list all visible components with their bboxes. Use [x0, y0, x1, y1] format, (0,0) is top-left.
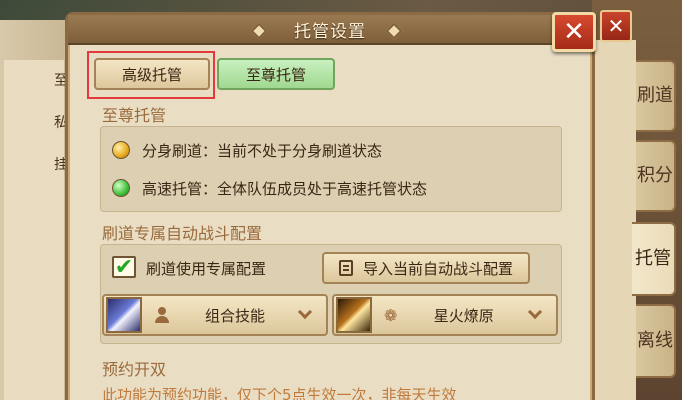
checkbox-label: 刷道使用专属配置: [146, 260, 267, 278]
skill-sword-icon: [106, 297, 142, 333]
header-ornament-icon: [385, 22, 403, 40]
reserve-notice: 此功能为预约功能，仅下个5点生效一次，非每天生效: [102, 386, 457, 400]
side-tab-lixian[interactable]: 离线: [636, 304, 676, 378]
side-tab-shuadao[interactable]: 刷道: [636, 60, 676, 132]
close-icon: ✕: [607, 14, 625, 38]
side-tab-label: 刷道: [637, 85, 673, 106]
skill-label: 星火燎原: [433, 306, 494, 325]
side-tab-label: 积分: [637, 165, 673, 186]
section-title-reserve: 预约开双: [102, 360, 167, 379]
button-label: 导入当前自动战斗配置: [362, 259, 513, 278]
header-ornament-icon: [250, 22, 268, 40]
chevron-down-icon: [297, 304, 313, 320]
tab-label: 至尊托管: [245, 65, 306, 84]
status-row-clone: 分身刷道：当前不处于分身刷道状态: [112, 138, 382, 162]
side-tab-tuoguan[interactable]: 托管: [632, 222, 676, 296]
paw-icon: ❁: [384, 305, 398, 325]
side-tab-label: 托管: [635, 248, 671, 269]
import-battle-config-button[interactable]: 导入当前自动战斗配置: [322, 252, 530, 284]
section-title-battle-config: 刷道专属自动战斗配置: [102, 224, 263, 243]
document-icon: [338, 260, 353, 276]
status-text: 高速托管：全体队伍成员处于高速托管状态: [142, 179, 428, 198]
skill-select-combo[interactable]: 组合技能: [102, 294, 328, 336]
person-icon: [154, 307, 170, 323]
status-dot-green-icon: [112, 179, 130, 197]
dialog-title: 托管设置: [294, 21, 366, 42]
exclusive-config-checkbox[interactable]: ✔: [112, 254, 136, 280]
chevron-down-icon: [527, 304, 543, 320]
skill-select-pet[interactable]: ❁ 星火燎原: [332, 294, 558, 336]
tab-supreme-hosting[interactable]: 至尊托管: [217, 58, 335, 90]
close-button[interactable]: ✕: [552, 12, 596, 52]
background-close-button[interactable]: ✕: [600, 10, 632, 42]
close-icon: ✕: [563, 17, 585, 47]
side-tab-jifen[interactable]: 积分: [636, 140, 676, 212]
background-right-panel: [592, 40, 636, 400]
status-text: 分身刷道：当前不处于分身刷道状态: [142, 141, 383, 160]
side-tab-label: 离线: [637, 330, 673, 351]
tab-advanced-hosting[interactable]: 高级托管: [94, 58, 210, 90]
skill-label: 组合技能: [204, 306, 265, 325]
skill-fire-icon: [336, 297, 372, 333]
section-title-supreme: 至尊托管: [102, 106, 167, 125]
status-dot-yellow-icon: [112, 141, 130, 159]
checkmark-icon: ✔: [114, 254, 134, 280]
status-row-speed: 高速托管：全体队伍成员处于高速托管状态: [112, 176, 427, 200]
dialog-header: 托管设置: [68, 15, 592, 45]
tab-label: 高级托管: [121, 65, 182, 84]
